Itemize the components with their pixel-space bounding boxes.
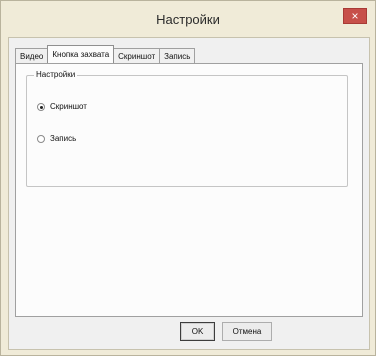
title-bar[interactable]: Настройки × [1, 1, 375, 37]
window-title: Настройки [156, 12, 220, 27]
radio-button-screenshot[interactable] [37, 102, 45, 111]
dialog-body: Видео Кнопка захвата Скриншот Запись Нас… [8, 37, 370, 350]
settings-dialog: Настройки × Видео Кнопка захвата Скриншо… [0, 0, 376, 356]
tab-video[interactable]: Видео [15, 48, 49, 63]
radio-button-recording[interactable] [37, 134, 45, 143]
radio-label-screenshot: Скриншот [50, 102, 87, 111]
close-icon: × [351, 9, 359, 23]
tab-recording[interactable]: Запись [159, 48, 196, 63]
tab-screenshot[interactable]: Скриншот [113, 48, 161, 63]
groupbox-title: Настройки [34, 70, 78, 79]
settings-groupbox: Настройки Скриншот Запись [26, 70, 348, 187]
tab-strip: Видео Кнопка захвата Скриншот Запись [15, 45, 196, 63]
radio-option-screenshot[interactable]: Скриншот [37, 102, 87, 111]
tab-capture-button[interactable]: Кнопка захвата [47, 45, 115, 63]
close-button[interactable]: × [343, 8, 367, 24]
cancel-button[interactable]: Отмена [222, 322, 272, 341]
radio-label-recording: Запись [50, 134, 77, 143]
ok-button[interactable]: OK [180, 322, 215, 341]
radio-option-recording[interactable]: Запись [37, 134, 76, 143]
tab-panel: Настройки Скриншот Запись [15, 63, 363, 317]
